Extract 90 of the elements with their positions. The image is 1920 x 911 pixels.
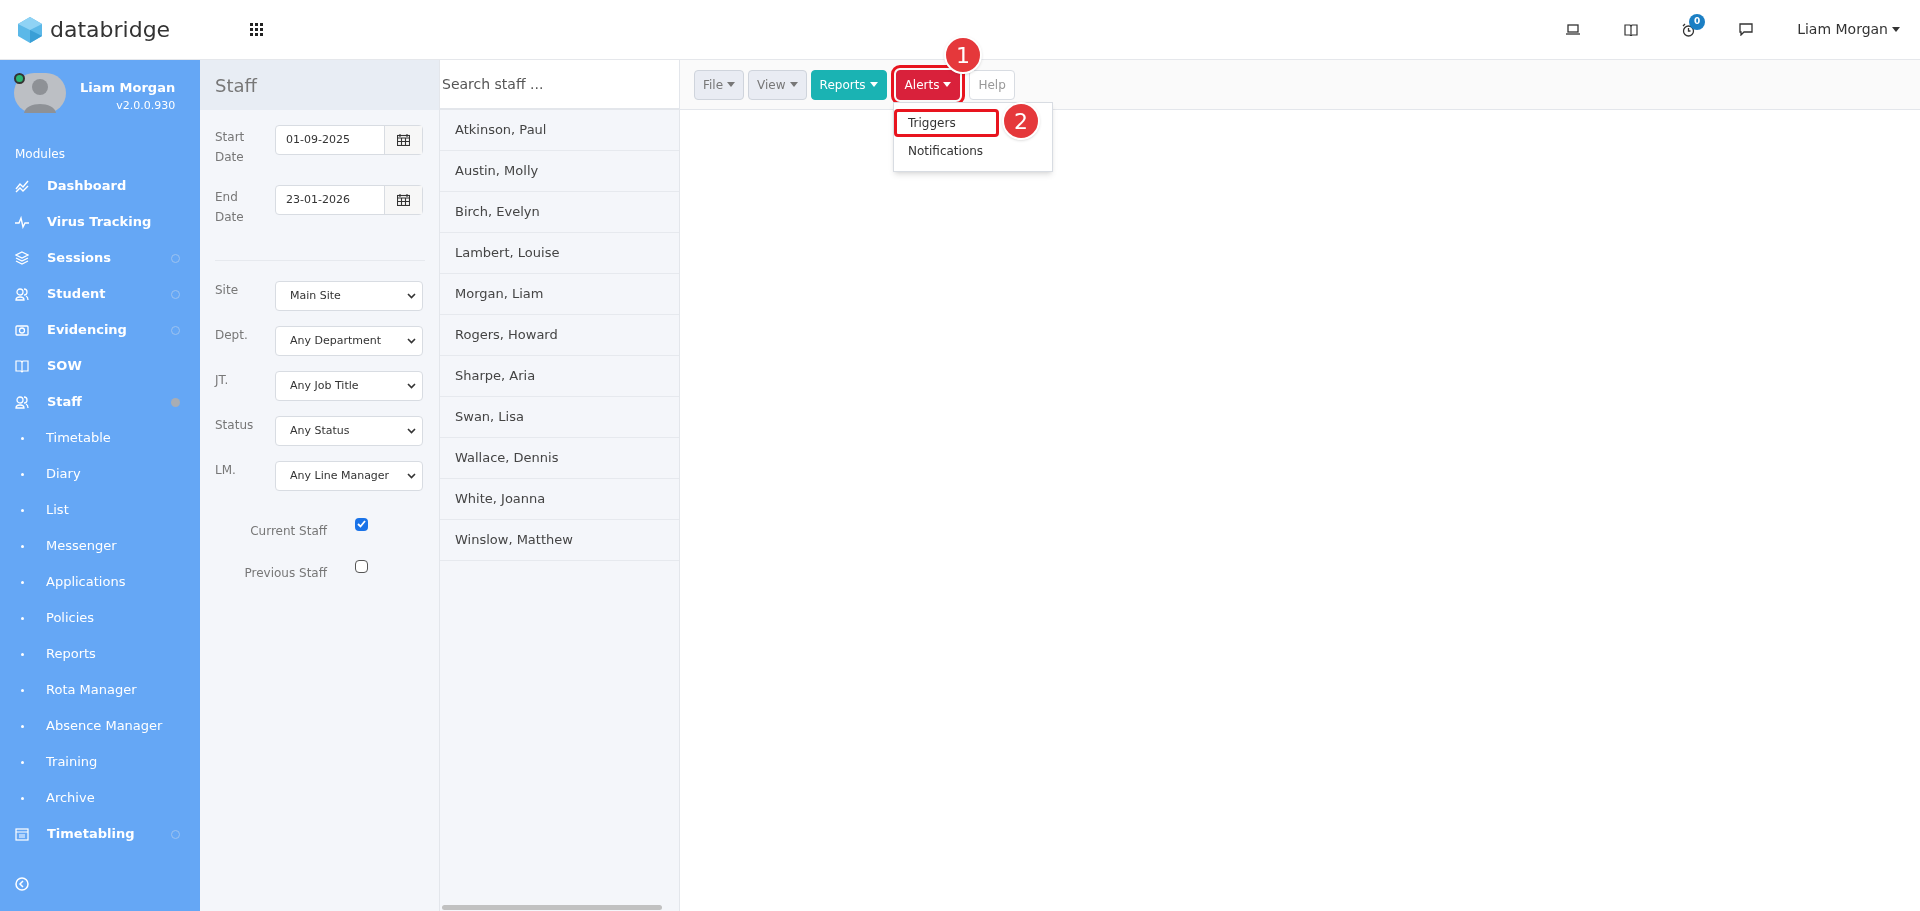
- caret-icon: [1892, 27, 1900, 32]
- sidebar-item[interactable]: Timetabling: [0, 816, 200, 852]
- app-version: v2.0.0.930: [116, 97, 176, 114]
- select-field[interactable]: Any Line Manager: [275, 461, 423, 491]
- book-icon[interactable]: [1624, 23, 1639, 36]
- notification-badge: 0: [1689, 13, 1706, 30]
- caret-icon: [789, 82, 798, 87]
- staff-list-item[interactable]: Atkinson, Paul: [440, 110, 679, 151]
- pulse-icon: [15, 215, 29, 229]
- staff-list-item[interactable]: Swan, Lisa: [440, 397, 679, 438]
- date-field[interactable]: 01-09-2025: [275, 125, 423, 155]
- field-label: Dept.: [215, 327, 249, 344]
- toolbar-button[interactable]: Help: [969, 69, 1015, 100]
- sidebar-subitem[interactable]: Reports: [0, 636, 200, 672]
- app-name: databridge: [50, 16, 171, 44]
- field-label: Site: [215, 282, 240, 299]
- field-label: End Date: [215, 189, 245, 226]
- chevron-down-icon: [407, 383, 416, 389]
- camera-icon: [15, 323, 29, 337]
- sidebar-item[interactable]: Virus Tracking: [0, 204, 200, 240]
- select-field[interactable]: Any Job Title: [275, 371, 423, 401]
- sidebar-subitem[interactable]: Diary: [0, 456, 200, 492]
- chat-icon[interactable]: [1739, 23, 1754, 36]
- staff-list-item[interactable]: Lambert, Louise: [440, 233, 679, 274]
- toolbar-button[interactable]: File: [694, 69, 745, 100]
- select-field[interactable]: Main Site: [275, 281, 423, 311]
- checkbox[interactable]: [355, 517, 368, 531]
- scrollbar-thumb[interactable]: [442, 905, 662, 910]
- sidebar-heading: Modules: [14, 146, 66, 163]
- chevron-down-icon: [407, 293, 416, 299]
- toolbar-button[interactable]: Reports: [810, 69, 887, 100]
- chevron-down-icon: [407, 428, 416, 434]
- select-field[interactable]: Any Department: [275, 326, 423, 356]
- sidebar-subitem[interactable]: Messenger: [0, 528, 200, 564]
- sidebar-item[interactable]: Dashboard: [0, 168, 200, 204]
- sidebar-item[interactable]: Student: [0, 276, 200, 312]
- sidebar-subitem[interactable]: Training: [0, 744, 200, 780]
- field-label: LM.: [215, 462, 237, 479]
- checkbox[interactable]: [355, 559, 368, 573]
- sidebar-subitem[interactable]: List: [0, 492, 200, 528]
- staff-list-item[interactable]: Austin, Molly: [440, 151, 679, 192]
- menu-item[interactable]: Notifications: [894, 137, 999, 165]
- alarm-clock-icon[interactable]: [1682, 22, 1696, 37]
- sidebar-item[interactable]: SOW: [0, 348, 200, 384]
- toolbar-button[interactable]: View: [748, 69, 807, 100]
- staff-list-item[interactable]: Winslow, Matthew: [440, 520, 679, 561]
- users-icon: [15, 287, 29, 301]
- calendar-icon: [15, 827, 29, 841]
- sidebar-subitem[interactable]: Absence Manager: [0, 708, 200, 744]
- panel-title: Staff: [200, 60, 439, 110]
- calendar-icon: [397, 194, 410, 206]
- checkbox-label: Current Staff: [249, 523, 329, 540]
- apps-grid-icon[interactable]: [250, 23, 263, 36]
- select-field[interactable]: Any Status: [275, 416, 423, 446]
- staff-list-item[interactable]: Morgan, Liam: [440, 274, 679, 315]
- sidebar-item[interactable]: Sessions: [0, 240, 200, 276]
- avatar-icon: [14, 73, 66, 113]
- caret-icon: [727, 82, 736, 87]
- sidebar-item[interactable]: Staff: [0, 384, 200, 420]
- calendar-icon: [397, 134, 410, 146]
- sidebar-subitem[interactable]: Rota Manager: [0, 672, 200, 708]
- staff-list-item[interactable]: Sharpe, Aria: [440, 356, 679, 397]
- field-label: Start Date: [215, 129, 246, 166]
- checkbox-label: Previous Staff: [243, 565, 329, 582]
- chevron-down-icon: [407, 473, 416, 479]
- laptop-icon[interactable]: [1566, 24, 1581, 35]
- date-field[interactable]: 23-01-2026: [275, 185, 423, 215]
- caret-icon: [869, 82, 878, 87]
- layers-icon: [15, 251, 29, 265]
- chart-icon: [15, 179, 29, 193]
- staff-list-item[interactable]: Birch, Evelyn: [440, 192, 679, 233]
- sidebar-subitem[interactable]: Applications: [0, 564, 200, 600]
- search-field[interactable]: Search staff ...: [440, 60, 679, 110]
- sidebar-subitem[interactable]: Policies: [0, 600, 200, 636]
- field-label: Status: [215, 417, 255, 434]
- field-label: JT.: [215, 372, 230, 389]
- caret-icon: [943, 82, 952, 87]
- staff-list-item[interactable]: Wallace, Dennis: [440, 438, 679, 479]
- book-icon: [15, 359, 29, 373]
- staff-list-item[interactable]: White, Joanna: [440, 479, 679, 520]
- sidebar-item[interactable]: Evidencing: [0, 312, 200, 348]
- profile-name: Liam Morgan: [80, 79, 176, 97]
- chevron-down-icon: [407, 338, 416, 344]
- logo-icon: [18, 16, 42, 43]
- user-menu[interactable]: Liam Morgan: [1797, 19, 1900, 40]
- sidebar-subitem[interactable]: Archive: [0, 780, 200, 816]
- menu-item[interactable]: Triggers: [894, 109, 999, 137]
- staff-list-item[interactable]: Rogers, Howard: [440, 315, 679, 356]
- users-icon: [15, 395, 29, 409]
- sidebar-subitem[interactable]: Timetable: [0, 420, 200, 456]
